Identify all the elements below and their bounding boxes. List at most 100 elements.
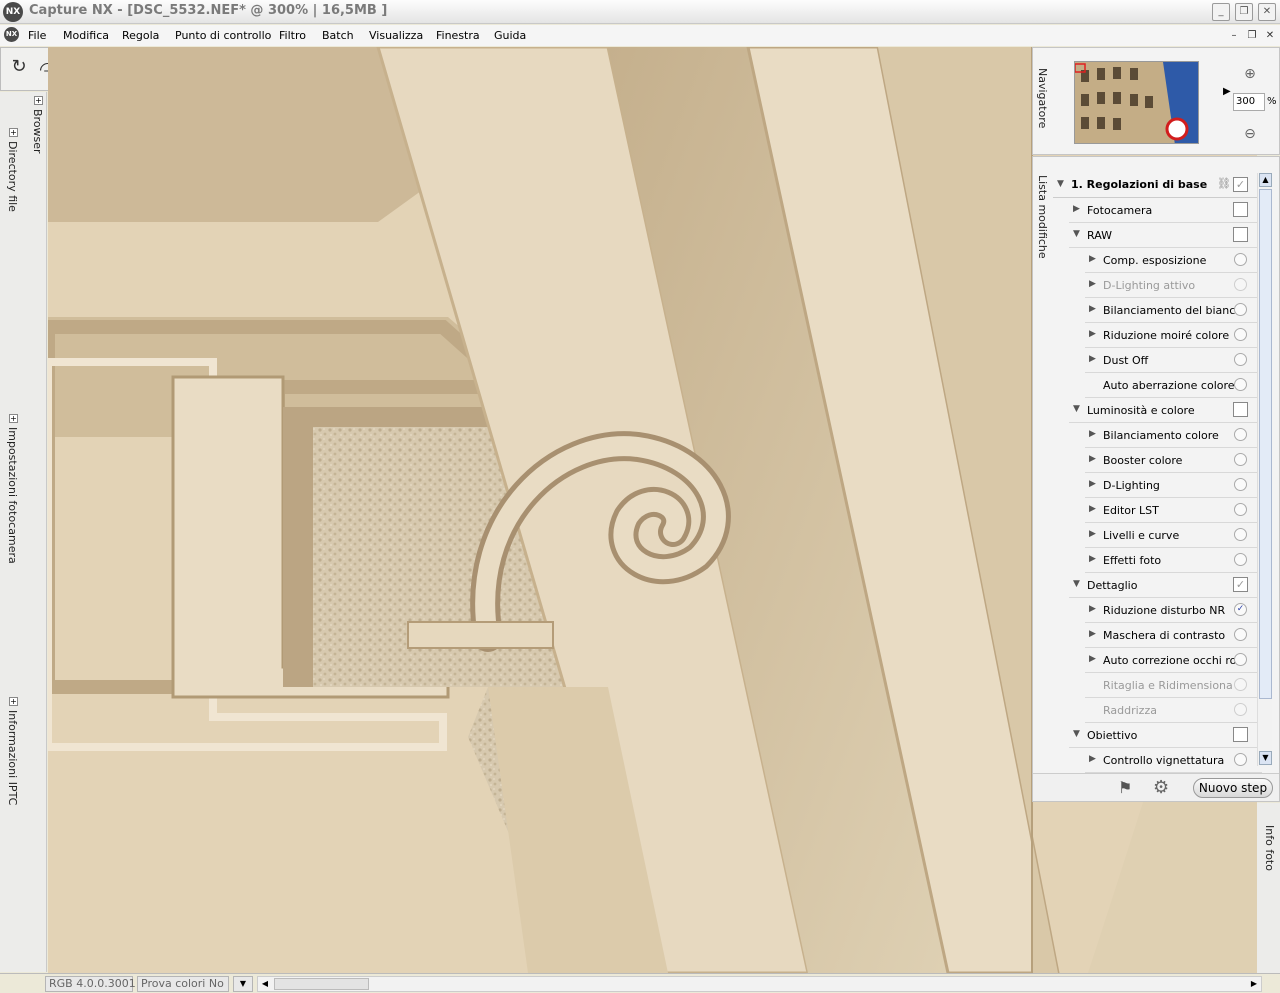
expand-icon[interactable]: ▶ xyxy=(1089,754,1096,764)
zoom-in-icon[interactable]: ⊕ xyxy=(1239,66,1261,88)
step-radio[interactable] xyxy=(1234,278,1247,291)
expand-icon[interactable]: ▶ xyxy=(1089,504,1096,514)
tab-directory-file[interactable]: Directory file xyxy=(6,141,19,212)
document-logo-icon[interactable]: NX xyxy=(4,27,19,42)
edit-list-row[interactable]: ▶ Bilanciamento colore xyxy=(1085,423,1262,448)
enable-checkbox[interactable] xyxy=(1233,727,1248,742)
edit-list-row[interactable]: ▶ D-Lighting xyxy=(1085,473,1262,498)
edit-list-scrollbar[interactable]: ▲ ▼ xyxy=(1257,173,1272,766)
expand-icon[interactable]: + xyxy=(34,96,43,105)
expand-icon[interactable]: ▶ xyxy=(1089,479,1096,489)
edit-list-row[interactable]: ▶ Comp. esposizione xyxy=(1085,248,1262,273)
edit-list-row[interactable]: ▶ Livelli e curve xyxy=(1085,523,1262,548)
edit-list-row[interactable]: ▶ Maschera di contrasto xyxy=(1085,623,1262,648)
edit-list-row[interactable]: ▼ Obiettivo xyxy=(1069,723,1262,748)
expand-icon[interactable]: ▶ xyxy=(1089,354,1096,364)
proof-dropdown-icon[interactable]: ▼ xyxy=(233,976,253,992)
menu-guida[interactable]: Guida xyxy=(494,29,526,42)
expand-icon[interactable]: ▶ xyxy=(1089,329,1096,339)
step-radio[interactable] xyxy=(1234,553,1247,566)
edit-list-row[interactable]: ▶ Booster colore xyxy=(1085,448,1262,473)
close-icon[interactable]: ✕ xyxy=(1258,3,1276,21)
section-checkbox[interactable]: ✓ xyxy=(1233,177,1248,192)
menu-batch[interactable]: Batch xyxy=(322,29,354,42)
menu-filtro[interactable]: Filtro xyxy=(279,29,306,42)
scroll-left-icon[interactable]: ◀ xyxy=(258,977,272,991)
expand-icon[interactable]: ▶ xyxy=(1089,654,1096,664)
scroll-thumb[interactable] xyxy=(1259,189,1272,699)
expand-icon[interactable]: ▶ xyxy=(1089,429,1096,439)
step-radio[interactable] xyxy=(1234,478,1247,491)
collapse-icon[interactable]: ▼ xyxy=(1073,229,1080,239)
expand-icon[interactable]: + xyxy=(9,128,18,137)
link-icon[interactable]: ⛓ xyxy=(1217,177,1231,190)
collapse-icon[interactable]: ▼ xyxy=(1057,179,1064,189)
menu-visualizza[interactable]: Visualizza xyxy=(369,29,423,42)
expand-icon[interactable]: ▶ xyxy=(1089,254,1096,264)
edit-list-row[interactable]: ▶ Riduzione moiré colore xyxy=(1085,323,1262,348)
step-radio[interactable] xyxy=(1234,653,1247,666)
tab-browser[interactable]: Browser xyxy=(31,109,44,154)
enable-checkbox[interactable] xyxy=(1233,402,1248,417)
tab-info-foto[interactable]: Info foto xyxy=(1263,825,1276,871)
tab-impostazioni-fotocamera[interactable]: Impostazioni fotocamera xyxy=(6,427,19,564)
expand-icon[interactable]: ▶ xyxy=(1089,304,1096,314)
scroll-right-icon[interactable]: ▶ xyxy=(1247,977,1261,991)
collapse-icon[interactable]: ▼ xyxy=(1073,729,1080,739)
menu-punto-di-controllo[interactable]: Punto di controllo xyxy=(175,29,271,42)
menu-finestra[interactable]: Finestra xyxy=(436,29,480,42)
edit-list-row[interactable]: Ritaglia e Ridimensiona xyxy=(1085,673,1262,698)
edit-list-row[interactable]: ▶ D-Lighting attivo xyxy=(1085,273,1262,298)
menu-file[interactable]: File xyxy=(28,29,46,42)
step-radio[interactable] xyxy=(1234,453,1247,466)
edit-list-row[interactable]: ▶ Controllo vignettatura xyxy=(1085,748,1262,773)
rotate-icon[interactable]: ↻ xyxy=(7,54,31,80)
step-radio[interactable]: ✓ xyxy=(1234,603,1247,616)
tab-informazioni-iptc[interactable]: Informazioni IPTC xyxy=(6,710,19,805)
new-step-button[interactable]: Nuovo step xyxy=(1193,778,1273,798)
step-radio[interactable] xyxy=(1234,753,1247,766)
flag-icon[interactable]: ⚑ xyxy=(1118,778,1132,797)
doc-close-icon[interactable]: ✕ xyxy=(1262,28,1278,43)
step-radio[interactable] xyxy=(1234,428,1247,441)
collapse-icon[interactable]: ▼ xyxy=(1073,579,1080,589)
collapse-icon[interactable]: ▼ xyxy=(1073,404,1080,414)
expand-icon[interactable]: ▶ xyxy=(1089,554,1096,564)
enable-checkbox[interactable] xyxy=(1233,227,1248,242)
expand-icon[interactable]: ▶ xyxy=(1089,604,1096,614)
step-radio[interactable] xyxy=(1234,353,1247,366)
scroll-up-icon[interactable]: ▲ xyxy=(1259,173,1272,187)
edit-list-row[interactable]: ▶ Effetti foto xyxy=(1085,548,1262,573)
zoom-out-icon[interactable]: ⊖ xyxy=(1239,126,1261,148)
navigator-thumbnail[interactable] xyxy=(1074,61,1199,144)
restore-icon[interactable]: ❐ xyxy=(1235,3,1253,21)
menu-regola[interactable]: Regola xyxy=(122,29,159,42)
doc-minimize-icon[interactable]: – xyxy=(1226,28,1242,43)
edit-list-row[interactable]: ▶ Auto correzione occhi ro... xyxy=(1085,648,1262,673)
step-radio[interactable] xyxy=(1234,328,1247,341)
step-radio[interactable] xyxy=(1234,678,1247,691)
enable-checkbox[interactable] xyxy=(1233,202,1248,217)
step-radio[interactable] xyxy=(1234,528,1247,541)
step-radio[interactable] xyxy=(1234,303,1247,316)
step-radio[interactable] xyxy=(1234,503,1247,516)
scroll-down-icon[interactable]: ▼ xyxy=(1259,751,1272,765)
step-radio[interactable] xyxy=(1234,628,1247,641)
edit-list-row[interactable]: ▼ Luminosità e colore xyxy=(1069,398,1262,423)
expand-icon[interactable]: + xyxy=(9,697,18,706)
horizontal-scrollbar[interactable]: ◀ ▶ xyxy=(257,976,1262,992)
enable-checkbox[interactable]: ✓ xyxy=(1233,577,1248,592)
step-radio[interactable] xyxy=(1234,253,1247,266)
edit-list-row[interactable]: Raddrizza xyxy=(1085,698,1262,723)
edit-list-row[interactable]: Auto aberrazione colore xyxy=(1085,373,1262,398)
menu-modifica[interactable]: Modifica xyxy=(63,29,109,42)
expand-icon[interactable]: ▶ xyxy=(1089,629,1096,639)
zoom-level-input[interactable]: 300 xyxy=(1233,93,1265,111)
expand-icon[interactable]: ▶ xyxy=(1089,279,1096,289)
edit-list-row[interactable]: ▼ Dettaglio ✓ xyxy=(1069,573,1262,598)
doc-restore-icon[interactable]: ❐ xyxy=(1244,28,1260,43)
edit-list-row[interactable]: ▼ RAW xyxy=(1069,223,1262,248)
scroll-thumb[interactable] xyxy=(274,978,369,990)
expand-icon[interactable]: ▶ xyxy=(1089,529,1096,539)
step-radio[interactable] xyxy=(1234,703,1247,716)
